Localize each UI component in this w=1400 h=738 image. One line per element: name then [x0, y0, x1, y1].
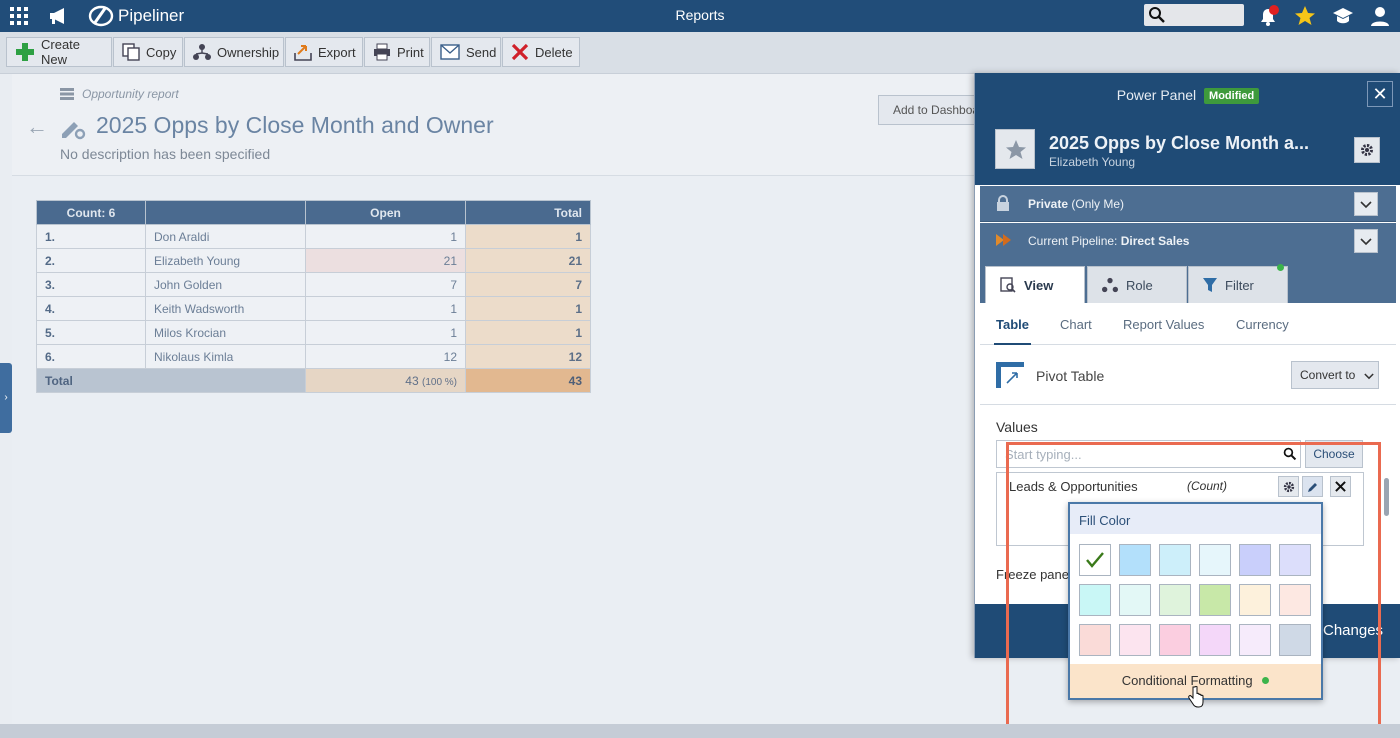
notification-bell-icon[interactable] — [1257, 5, 1279, 27]
apps-grid-icon[interactable] — [10, 7, 28, 25]
side-panel-toggle[interactable]: › — [0, 363, 12, 433]
count-header[interactable]: Count: 6 — [36, 200, 146, 225]
modified-badge: Modified — [1204, 88, 1260, 104]
chevron-down-icon — [1360, 201, 1372, 209]
panel-scrollbar[interactable] — [1384, 478, 1389, 516]
print-button[interactable]: Print — [364, 37, 430, 67]
hierarchy-icon — [193, 44, 211, 60]
export-button[interactable]: Export — [285, 37, 363, 67]
owner-header[interactable] — [145, 200, 306, 225]
report-description: No description has been specified — [60, 146, 271, 162]
tab-role[interactable]: Role — [1087, 266, 1187, 303]
envelope-icon — [440, 44, 460, 60]
pivot-table-row: Pivot Table Convert to — [980, 345, 1396, 405]
favorites-star-icon[interactable] — [1294, 5, 1316, 27]
power-panel-title: Power Panel — [1116, 87, 1197, 103]
power-panel-header: Power Panel Modified ✕ 2025 Opps by Clos… — [975, 73, 1400, 185]
user-profile-icon[interactable] — [1369, 5, 1391, 27]
total-header[interactable]: Total — [465, 200, 591, 225]
edit-settings-icon[interactable] — [60, 114, 86, 140]
focus-highlight-frame — [1006, 442, 1381, 734]
ownership-button[interactable]: Ownership — [184, 37, 284, 67]
filter-active-dot — [1277, 264, 1284, 271]
privacy-expand-button[interactable] — [1354, 192, 1378, 216]
academy-cap-icon[interactable] — [1332, 5, 1354, 27]
page-title: Reports — [675, 7, 725, 23]
add-to-dashboard-button[interactable]: Add to Dashboard — [878, 95, 988, 125]
top-bar: Pipeliner Reports — [0, 0, 1400, 32]
panel-report-owner: Elizabeth Young — [1049, 155, 1136, 169]
close-panel-button[interactable]: ✕ — [1367, 81, 1393, 107]
delete-button[interactable]: Delete — [502, 37, 580, 67]
open-header[interactable]: Open — [305, 200, 466, 225]
total-row: Total 43 (100 %) 43 — [36, 368, 591, 393]
panel-tabs: View Role Filter — [980, 258, 1396, 303]
table-row[interactable]: 1. Don Araldi 1 1 — [36, 224, 591, 249]
create-new-button[interactable]: Create New — [6, 37, 112, 67]
megaphone-icon[interactable] — [48, 6, 70, 26]
list-icon — [60, 88, 74, 100]
send-button[interactable]: Send — [431, 37, 501, 67]
values-label: Values — [996, 419, 1038, 435]
subtab-chart[interactable]: Chart — [1060, 317, 1092, 332]
brand-logo[interactable]: Pipeliner — [88, 4, 184, 28]
star-icon — [1006, 140, 1026, 159]
action-toolbar: Create New Copy Ownership Export Print S… — [0, 32, 1400, 74]
delete-x-icon — [511, 43, 529, 61]
gear-icon — [1361, 144, 1373, 156]
brand-name: Pipeliner — [118, 6, 185, 25]
panel-report-name: 2025 Opps by Close Month a... — [1049, 133, 1310, 153]
view-subtabs: Table Chart Report Values Currency — [980, 303, 1396, 345]
tab-filter[interactable]: Filter — [1188, 264, 1288, 303]
report-settings-button[interactable] — [1354, 137, 1380, 163]
copy-button[interactable]: Copy — [113, 37, 183, 67]
pivot-table-icon — [996, 362, 1024, 388]
pipeliner-logo-icon — [88, 5, 114, 27]
subtab-table[interactable]: Table — [994, 317, 1031, 345]
convert-to-dropdown[interactable]: Convert to — [1291, 361, 1379, 389]
subtab-currency[interactable]: Currency — [1236, 317, 1289, 332]
hierarchy-icon — [1102, 277, 1118, 293]
printer-icon — [374, 43, 390, 61]
global-search-input[interactable] — [1144, 4, 1244, 26]
pipeline-row[interactable]: Current Pipeline: Direct Sales — [980, 223, 1396, 259]
favorite-report-button[interactable] — [995, 129, 1035, 169]
close-icon: ✕ — [1372, 84, 1388, 104]
table-row[interactable]: 5. Milos Krocian 1 1 — [36, 320, 591, 345]
pivot-table: Count: 6 Open Total 1. Don Araldi 1 1 2. Eli… — [36, 200, 591, 393]
pivot-table-label: Pivot Table — [1036, 368, 1105, 384]
chevron-down-icon — [1364, 373, 1374, 380]
lock-icon — [997, 195, 1009, 211]
report-type-breadcrumb: Opportunity report — [60, 87, 179, 101]
export-icon — [294, 45, 312, 61]
bottom-strip — [0, 724, 1400, 738]
table-row[interactable]: 3. John Golden 7 7 — [36, 272, 591, 297]
pipeline-expand-button[interactable] — [1354, 229, 1378, 253]
table-row[interactable]: 2. Elizabeth Young 21 21 — [36, 248, 591, 273]
plus-icon — [16, 43, 34, 61]
filter-funnel-icon — [1203, 278, 1217, 292]
back-arrow-icon[interactable]: ← — [26, 114, 48, 140]
chevron-down-icon — [1360, 238, 1372, 246]
table-row[interactable]: 6. Nikolaus Kimla 12 12 — [36, 344, 591, 369]
tab-view[interactable]: View — [985, 266, 1085, 303]
table-row[interactable]: 4. Keith Wadsworth 1 1 — [36, 296, 591, 321]
report-title[interactable]: 2025 Opps by Close Month and Owner — [96, 112, 494, 139]
search-icon — [1149, 7, 1165, 23]
privacy-row[interactable]: Private (Only Me) — [980, 186, 1396, 222]
subtab-report-values[interactable]: Report Values — [1123, 317, 1204, 332]
view-report-icon — [1000, 277, 1016, 293]
copy-icon — [122, 43, 140, 61]
pipeline-icon — [996, 234, 1011, 246]
